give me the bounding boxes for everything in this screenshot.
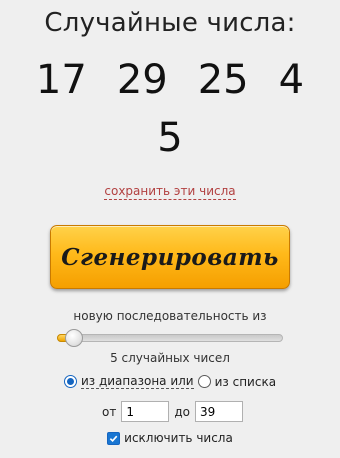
range-inputs: от до xyxy=(0,401,340,422)
result-number: 25 xyxy=(197,57,249,103)
checkmark-icon xyxy=(109,435,118,442)
count-slider[interactable] xyxy=(57,329,283,347)
slider-track[interactable] xyxy=(57,334,283,342)
results-row-2: 5 xyxy=(0,114,340,162)
result-number: 29 xyxy=(116,57,168,103)
from-label: от xyxy=(102,404,117,419)
sequence-label: новую последовательность из xyxy=(73,309,267,323)
to-label: до xyxy=(174,404,190,419)
result-number: 5 xyxy=(157,115,183,161)
from-input[interactable] xyxy=(121,401,170,422)
result-number: 17 xyxy=(35,57,87,103)
generate-button[interactable]: Сгенерировать xyxy=(50,225,290,289)
list-radio[interactable] xyxy=(197,375,211,388)
results-row-1: 17 29 25 4 xyxy=(0,56,340,104)
save-link-container: сохранить эти числа xyxy=(0,184,340,200)
list-radio-label[interactable]: из списка xyxy=(215,375,276,389)
range-radio-label[interactable]: из диапазона или xyxy=(80,374,194,389)
count-label: 5 случайных чисел xyxy=(110,351,230,365)
range-radio[interactable] xyxy=(63,375,77,388)
page-title: Случайные числа: xyxy=(44,8,296,38)
generate-button-label: Сгенерировать xyxy=(61,243,279,271)
exclude-checkbox[interactable] xyxy=(107,431,121,445)
to-input[interactable] xyxy=(194,401,243,422)
source-options: из диапазона или из списка xyxy=(0,374,340,389)
save-numbers-link[interactable]: сохранить эти числа xyxy=(104,184,236,200)
exclude-option: исключить числа xyxy=(0,431,340,445)
exclude-label[interactable]: исключить числа xyxy=(124,431,233,445)
result-number: 4 xyxy=(278,57,305,103)
slider-handle[interactable] xyxy=(65,329,83,347)
results-area: 17 29 25 4 5 xyxy=(0,56,340,162)
